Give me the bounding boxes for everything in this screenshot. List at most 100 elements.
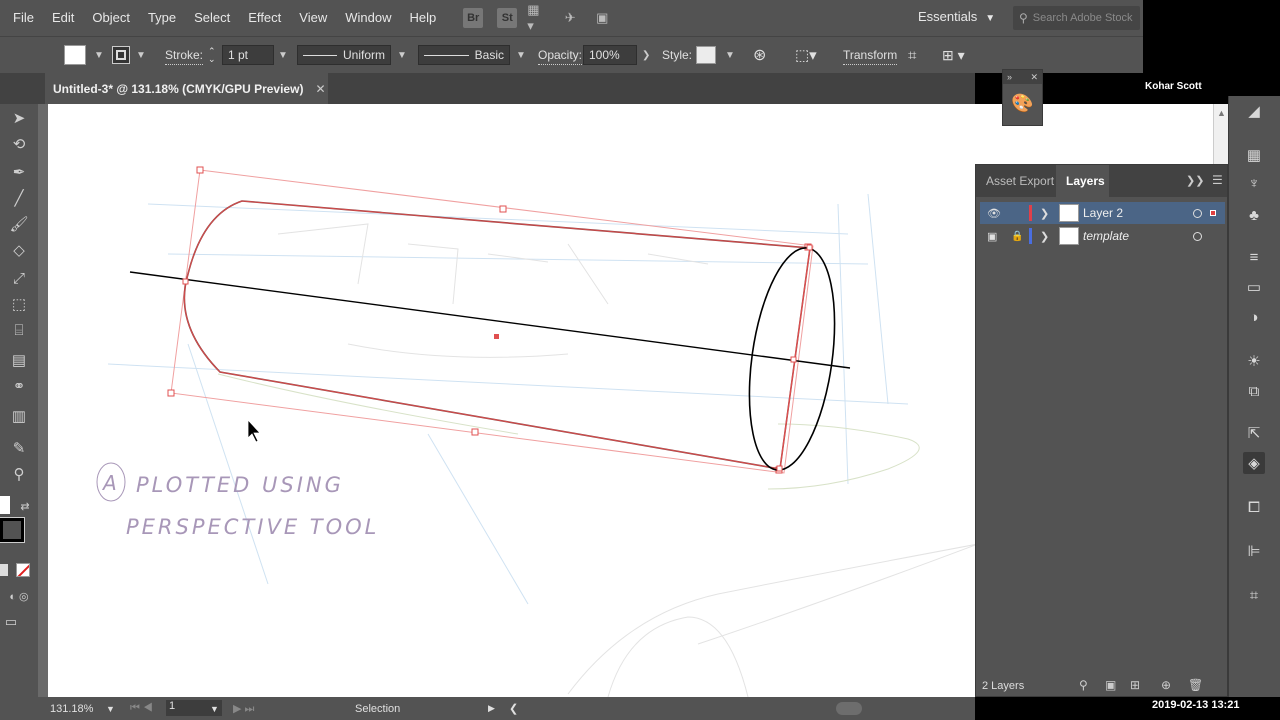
brushes-icon[interactable]: ♆ — [1243, 172, 1265, 194]
screen-mode-icon[interactable]: ▭ — [0, 612, 22, 632]
draw-mode-icon[interactable]: ◐ ◎ — [8, 586, 30, 606]
arrange-documents-icon[interactable]: ▦ ▾ — [527, 2, 549, 33]
symbols-icon[interactable]: ♣ — [1243, 204, 1265, 226]
gpu-preview-icon[interactable]: ▣ — [591, 8, 613, 28]
collapse-panel-icon[interactable]: ❯❯ — [1186, 174, 1204, 187]
tab-asset-export[interactable]: Asset Export — [976, 165, 1064, 197]
graphic-style-picker[interactable]: ▼ — [696, 45, 735, 65]
chevron-down-icon[interactable]: ▼ — [278, 50, 288, 61]
canvas-area[interactable]: A PLOTTED USING PERSPECTIVE TOOL — [38, 104, 975, 697]
direct-selection-tool-icon[interactable]: ⟲ — [8, 134, 30, 154]
fill-swatch[interactable]: ▼ — [64, 45, 104, 65]
layer-name[interactable]: template — [1083, 229, 1129, 243]
status-menu-icon[interactable]: ▶ — [488, 703, 495, 714]
workspace-switcher[interactable]: Essentials ▼ — [918, 9, 995, 24]
new-sublayer-icon[interactable]: ⊞ — [1130, 678, 1140, 692]
gradient-tool-icon[interactable]: ▤ — [8, 350, 30, 370]
bridge-button[interactable]: Br — [463, 8, 484, 28]
stroke-indicator[interactable] — [0, 517, 25, 543]
search-stock-input[interactable]: ⚲ Search Adobe Stock — [1013, 6, 1140, 30]
stroke-color[interactable] — [112, 46, 130, 64]
transform-link[interactable]: Transform — [843, 45, 898, 65]
stroke-label[interactable]: Stroke: — [165, 45, 204, 65]
stroke-weight-field[interactable]: 1 pt ▼ — [222, 45, 288, 65]
perspective-grid-tool-icon[interactable]: ⌸ — [8, 320, 30, 340]
close-icon[interactable]: ✕ — [315, 82, 325, 96]
close-icon[interactable]: ✕ — [1030, 72, 1038, 83]
visibility-eye-icon[interactable]: 👁 — [987, 207, 1001, 220]
gpu-performance-icon[interactable]: ✈ — [559, 8, 581, 28]
expand-layer-icon[interactable]: ❯ — [1040, 230, 1049, 243]
libraries-icon[interactable]: ▦ — [1243, 144, 1265, 166]
recolor-artwork-icon[interactable]: ⊛ — [753, 45, 766, 65]
layer-selection-indicator[interactable] — [1210, 210, 1216, 216]
style-swatch[interactable] — [696, 46, 716, 64]
properties-icon[interactable]: ◢ — [1243, 100, 1265, 122]
opacity-label[interactable]: Opacity: — [538, 45, 583, 65]
free-transform-tool-icon[interactable]: ⬚ — [8, 294, 30, 314]
artboards-icon[interactable]: ⧠ — [1243, 496, 1265, 518]
make-clipping-mask-icon[interactable]: ▣ — [1105, 678, 1116, 692]
menu-help[interactable]: Help — [400, 0, 445, 36]
transform-icon[interactable]: ⌗ — [908, 45, 916, 65]
lock-icon[interactable]: 🔒 — [1011, 231, 1023, 242]
layer-row-template[interactable]: ▣ 🔒 ❯ template — [980, 225, 1225, 247]
color-mode-icon[interactable] — [0, 564, 8, 576]
menu-type[interactable]: Type — [139, 0, 185, 36]
new-layer-icon[interactable]: ⊕ — [1161, 678, 1171, 692]
scroll-left-icon[interactable]: ❮ — [509, 702, 518, 715]
graph-tool-icon[interactable]: ▥ — [8, 406, 30, 426]
layer-name[interactable]: Layer 2 — [1083, 206, 1123, 220]
menu-window[interactable]: Window — [336, 0, 400, 36]
expand-layer-icon[interactable]: ❯ — [1040, 207, 1049, 220]
chevron-down-icon[interactable]: ▼ — [106, 704, 115, 714]
shape-builder-tool-icon[interactable]: ⚭ — [8, 376, 30, 396]
fill-indicator[interactable] — [0, 496, 10, 514]
floating-panel[interactable]: » ✕ 🎨 — [1002, 69, 1043, 126]
none-swatch-icon[interactable] — [16, 563, 30, 577]
opacity-input[interactable]: 100% — [583, 45, 637, 65]
fill-color[interactable] — [64, 45, 86, 65]
transform-panel-icon[interactable]: ⌗ — [1243, 584, 1265, 606]
eraser-tool-icon[interactable]: ◇ — [8, 240, 30, 260]
chevron-right-icon[interactable]: ❯ — [642, 50, 650, 61]
horizontal-scroll-thumb[interactable] — [836, 702, 862, 715]
tab-layers[interactable]: Layers — [1056, 165, 1109, 197]
zoom-tool-icon[interactable]: ⚲ — [8, 464, 30, 484]
first-artboard-icon[interactable]: ⏮ ◀ — [130, 702, 153, 715]
chevron-down-icon[interactable]: ▼ — [210, 704, 219, 714]
expand-icon[interactable]: » — [1007, 72, 1012, 82]
scroll-up-icon[interactable]: ▲ — [1217, 108, 1226, 118]
menu-view[interactable]: View — [290, 0, 336, 36]
align-to-selection-icon[interactable]: ⬚▾ — [795, 45, 817, 65]
menu-effect[interactable]: Effect — [239, 0, 290, 36]
menu-edit[interactable]: Edit — [43, 0, 83, 36]
layers-icon[interactable]: ◈ — [1243, 452, 1265, 474]
layer-target-icon[interactable] — [1193, 208, 1202, 218]
stepper-icon[interactable]: ⌃ ⌄ — [208, 47, 216, 64]
paintbrush-tool-icon[interactable]: 🖌 — [8, 214, 30, 234]
scale-tool-icon[interactable]: ⤢ — [8, 268, 30, 288]
chevron-down-icon[interactable]: ▼ — [397, 50, 407, 61]
chevron-down-icon[interactable]: ▼ — [725, 50, 735, 61]
export-icon[interactable]: ⇱ — [1243, 422, 1265, 444]
eyedropper-tool-icon[interactable]: ✎ — [8, 438, 30, 458]
variable-width-profile[interactable]: Uniform ▼ — [297, 45, 407, 65]
document-tab[interactable]: Untitled-3* @ 131.18% (CMYK/GPU Preview)… — [45, 73, 328, 104]
menu-select[interactable]: Select — [185, 0, 239, 36]
panel-menu-icon[interactable]: ☰ — [1212, 173, 1223, 187]
align-icon[interactable]: ⊫ — [1243, 540, 1265, 562]
palette-icon[interactable]: 🎨 — [1003, 84, 1042, 122]
chevron-down-icon[interactable]: ▼ — [94, 50, 104, 61]
pen-tool-icon[interactable]: ✒ — [8, 162, 30, 182]
delete-layer-icon[interactable]: 🗑 — [1188, 678, 1203, 692]
artboard[interactable]: A PLOTTED USING PERSPECTIVE TOOL — [48, 104, 975, 697]
template-layer-icon[interactable]: ▣ — [987, 230, 997, 243]
stroke-weight-input[interactable]: 1 pt — [222, 45, 274, 65]
isolate-object-icon[interactable]: ⊞ ▾ — [942, 45, 965, 65]
layer-target-icon[interactable] — [1193, 231, 1202, 241]
locate-object-icon[interactable]: ⚲ — [1079, 678, 1088, 692]
stroke-weight-stepper[interactable]: ⌃ ⌄ — [208, 45, 216, 65]
line-tool-icon[interactable]: ╱ — [8, 188, 30, 208]
chevron-down-icon[interactable]: ▼ — [516, 50, 526, 61]
